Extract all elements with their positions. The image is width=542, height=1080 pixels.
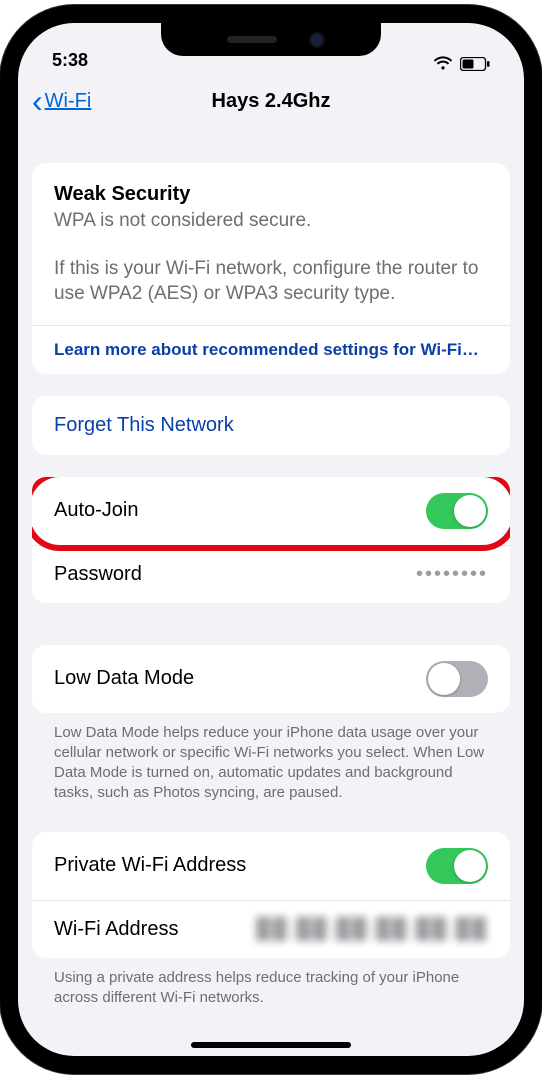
password-row[interactable]: Password •••••••• <box>32 545 510 603</box>
screen: 5:38 ‹ Wi-Fi Hays 2.4Ghz Weak Security <box>18 23 524 1056</box>
security-body: If this is your Wi-Fi network, configure… <box>54 256 488 307</box>
home-indicator[interactable] <box>191 1042 351 1048</box>
password-label: Password <box>54 563 416 586</box>
content: Weak Security WPA is not considered secu… <box>18 127 524 1056</box>
auto-join-toggle[interactable] <box>426 493 488 529</box>
password-value: •••••••• <box>416 563 488 586</box>
security-card: Weak Security WPA is not considered secu… <box>32 163 510 374</box>
back-label: Wi-Fi <box>45 90 92 113</box>
battery-icon <box>460 57 490 71</box>
wifi-addr-label: Wi-Fi Address <box>54 918 256 941</box>
phone-frame: 5:38 ‹ Wi-Fi Hays 2.4Ghz Weak Security <box>0 5 542 1074</box>
notch <box>161 23 381 56</box>
private-addr-row[interactable]: Private Wi-Fi Address <box>32 832 510 900</box>
low-data-label: Low Data Mode <box>54 667 426 690</box>
security-subtitle: WPA is not considered secure. <box>54 210 488 232</box>
nav-bar: ‹ Wi-Fi Hays 2.4Ghz <box>18 75 524 127</box>
join-card: Auto-Join Password •••••••• <box>32 477 510 603</box>
learn-more-link[interactable]: Learn more about recommended settings fo… <box>32 325 510 374</box>
wifi-addr-row[interactable]: Wi-Fi Address ██:██:██:██:██:██ <box>32 900 510 958</box>
chevron-left-icon: ‹ <box>32 85 43 117</box>
forget-card: Forget This Network <box>32 396 510 455</box>
security-heading: Weak Security <box>54 183 488 206</box>
auto-join-label: Auto-Join <box>54 499 426 522</box>
wifi-addr-value: ██:██:██:██:██:██ <box>256 918 488 941</box>
low-data-row[interactable]: Low Data Mode <box>32 645 510 713</box>
lowdata-card: Low Data Mode <box>32 645 510 713</box>
private-card: Private Wi-Fi Address Wi-Fi Address ██:█… <box>32 832 510 958</box>
low-data-toggle[interactable] <box>426 661 488 697</box>
wifi-icon <box>433 56 453 71</box>
page-title: Hays 2.4Ghz <box>18 90 524 113</box>
private-addr-label: Private Wi-Fi Address <box>54 854 426 877</box>
auto-join-row[interactable]: Auto-Join <box>32 477 510 545</box>
private-footer: Using a private address helps reduce tra… <box>32 958 510 1009</box>
forget-network-button[interactable]: Forget This Network <box>32 396 510 455</box>
private-addr-toggle[interactable] <box>426 848 488 884</box>
low-data-footer: Low Data Mode helps reduce your iPhone d… <box>32 713 510 804</box>
back-button[interactable]: ‹ Wi-Fi <box>32 85 91 117</box>
